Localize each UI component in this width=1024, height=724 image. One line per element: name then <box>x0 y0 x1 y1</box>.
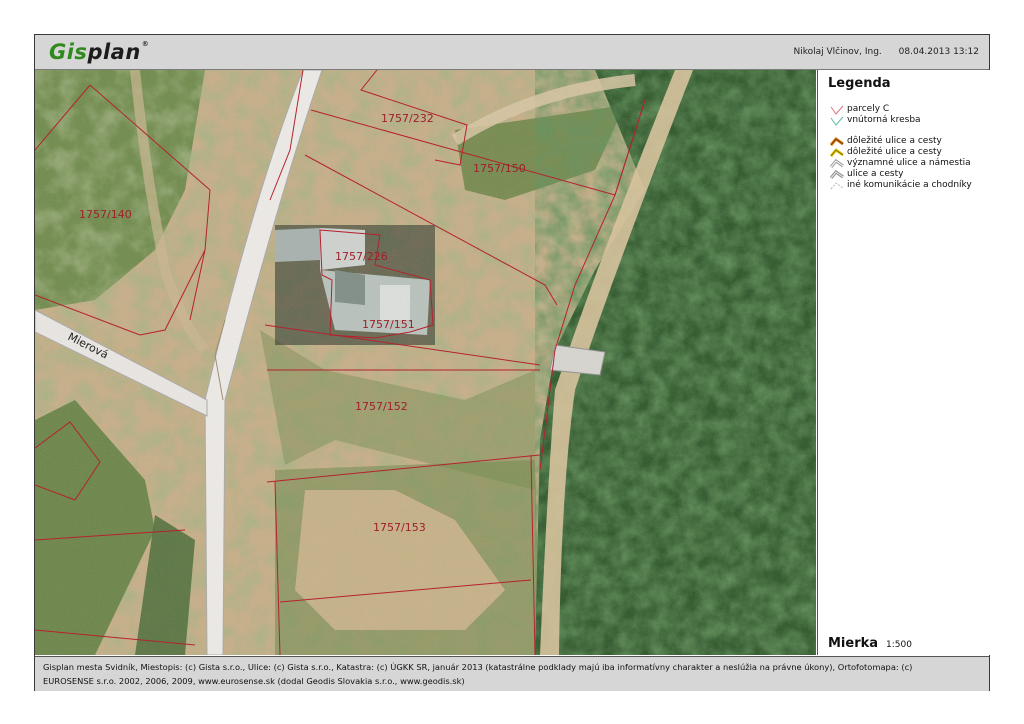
legend-label: vnútorná kresba <box>847 115 921 125</box>
path-icon <box>830 182 844 190</box>
legend-item: ulice a cesty <box>830 169 990 180</box>
map-print-frame: Gisplan® Nikolaj Vlčinov, Ing. 08.04.201… <box>34 34 990 691</box>
significant-street-icon <box>830 159 844 168</box>
legend-label: iné komunikácie a chodníky <box>847 180 972 190</box>
legend-item: dôležité ulice a cesty <box>830 136 990 147</box>
parcel-label[interactable]: 1757/153 <box>373 521 426 534</box>
parcel-label[interactable]: 1757/151 <box>362 318 415 331</box>
parcel-label[interactable]: 1757/152 <box>355 400 408 413</box>
print-datetime: 08.04.2013 13:12 <box>898 47 979 57</box>
attribution-line-1: Gisplan mesta Svidník, Miestopis: (c) Gi… <box>43 662 913 672</box>
inner-line-icon <box>830 116 844 126</box>
logo-text-gis: Gis <box>49 40 88 64</box>
legend-title: Legenda <box>828 76 891 91</box>
important-road-icon <box>830 137 844 146</box>
legend-list: parcely C vnútorná kresba dôležité ulice… <box>830 104 990 191</box>
orthophoto-map[interactable]: 1757/232 1757/150 1757/140 1757/226 1757… <box>35 70 816 655</box>
registered-mark: ® <box>141 40 150 48</box>
legend-label: dôležité ulice a cesty <box>847 136 942 146</box>
legend-label: ulice a cesty <box>847 169 904 179</box>
important-road-yellow-icon <box>830 148 844 157</box>
user-name: Nikolaj Vlčinov, Ing. <box>793 47 882 57</box>
legend-label: parcely C <box>847 104 890 114</box>
legend-item: dôležité ulice a cesty <box>830 147 990 158</box>
scale-info: Mierka 1:500 <box>828 636 912 651</box>
scale-title: Mierka <box>828 636 879 651</box>
legend-label: dôležité ulice a cesty <box>847 147 942 157</box>
parcel-label[interactable]: 1757/232 <box>381 112 434 125</box>
parcel-label[interactable]: 1757/226 <box>335 250 388 263</box>
parcel-line-icon <box>830 105 844 115</box>
legend-panel: Legenda parcely C vnútorná kresba dôleži… <box>817 70 990 655</box>
legend-item: iné komunikácie a chodníky <box>830 180 990 191</box>
street-icon <box>830 170 844 179</box>
legend-label: významné ulice a námestia <box>847 158 971 168</box>
legend-item: významné ulice a námestia <box>830 158 990 169</box>
logo-text-plan: plan <box>87 40 141 64</box>
parcel-label[interactable]: 1757/150 <box>473 162 526 175</box>
attribution-line-2: EUROSENSE s.r.o. 2002, 2006, 2009, www.e… <box>43 676 465 686</box>
legend-item: vnútorná kresba <box>830 115 990 126</box>
footer-attribution: Gisplan mesta Svidník, Miestopis: (c) Gi… <box>35 656 989 691</box>
map-view[interactable]: 1757/232 1757/150 1757/140 1757/226 1757… <box>35 70 816 655</box>
parcel-label[interactable]: 1757/140 <box>79 208 132 221</box>
header-bar: Gisplan® Nikolaj Vlčinov, Ing. 08.04.201… <box>35 35 989 70</box>
legend-item: parcely C <box>830 104 990 115</box>
scale-value: 1:500 <box>886 640 912 650</box>
header-info: Nikolaj Vlčinov, Ing. 08.04.2013 13:12 <box>779 47 979 57</box>
gisplan-logo[interactable]: Gisplan® <box>49 40 149 64</box>
